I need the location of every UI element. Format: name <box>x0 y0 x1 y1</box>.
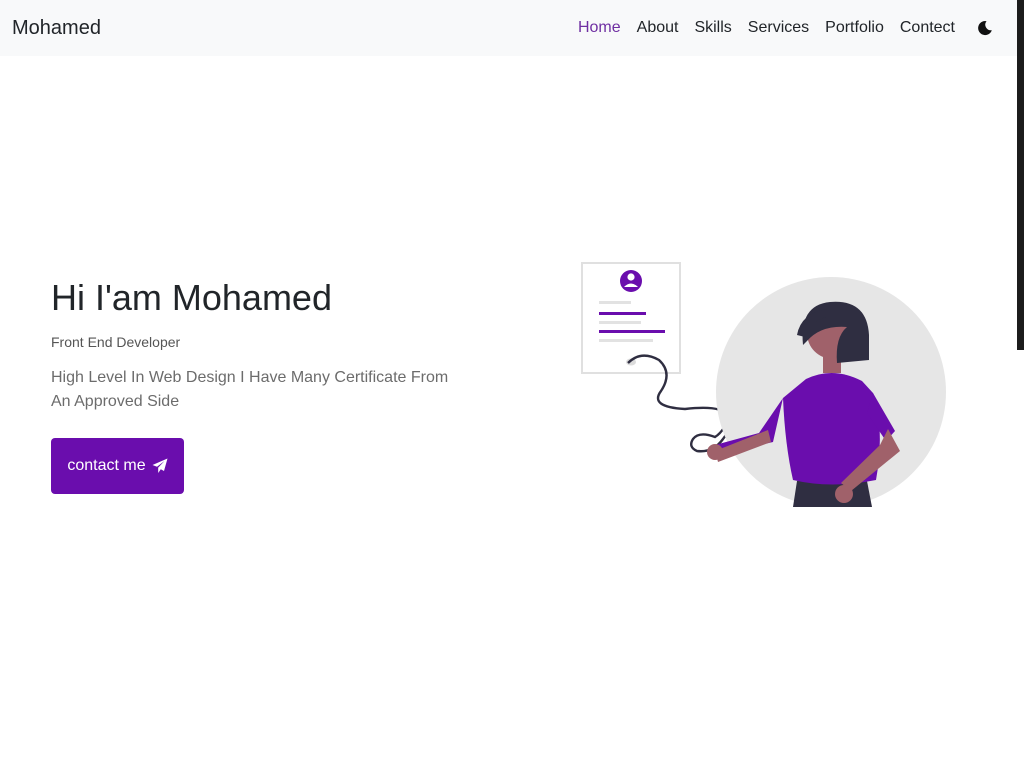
contact-me-label: contact me <box>67 457 146 474</box>
woman-with-resume-illustration <box>575 255 955 515</box>
scrollbar-thumb[interactable] <box>1017 0 1024 350</box>
hero-title: Hi I'am Mohamed <box>51 277 332 318</box>
hero-role: Front End Developer <box>51 334 181 350</box>
nav-link-services[interactable]: Services <box>748 16 809 40</box>
nav-link-portfolio[interactable]: Portfolio <box>825 16 884 40</box>
nav-links: Home About Skills Services Portfolio Con… <box>578 16 993 40</box>
nav-link-about[interactable]: About <box>637 16 679 40</box>
moon-icon[interactable] <box>977 20 993 36</box>
brand-logo[interactable]: Mohamed <box>12 16 101 40</box>
hero-description: High Level In Web Design I Have Many Cer… <box>51 369 449 410</box>
nav-link-skills[interactable]: Skills <box>694 16 731 40</box>
navbar: Mohamed Home About Skills Services Portf… <box>0 0 1017 56</box>
nav-link-home[interactable]: Home <box>578 16 621 40</box>
nav-link-contect[interactable]: Contect <box>900 16 955 40</box>
contact-me-button[interactable]: contact me <box>51 438 184 494</box>
paper-plane-icon <box>152 458 168 474</box>
